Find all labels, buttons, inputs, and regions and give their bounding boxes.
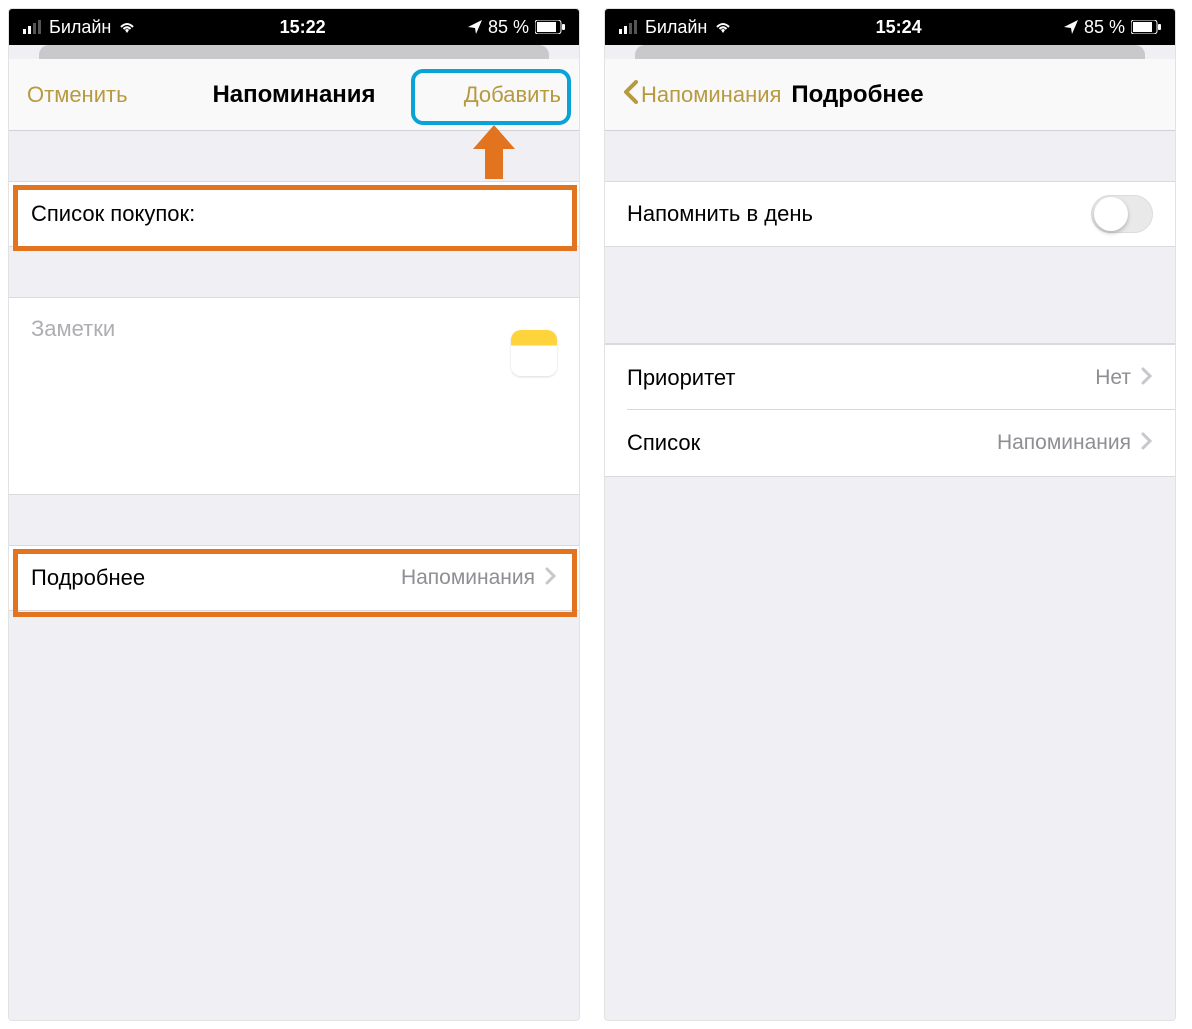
list-row[interactable]: Список Напоминания (605, 410, 1175, 476)
wifi-icon (117, 20, 137, 34)
settings-group: Приоритет Нет Список Напоминания (605, 343, 1175, 477)
navigation-bar: Напоминания Подробнее (605, 59, 1175, 131)
clock-label: 15:22 (280, 17, 326, 38)
toggle-knob (1094, 197, 1128, 231)
carrier-label: Билайн (645, 17, 707, 38)
notes-textarea[interactable] (31, 316, 557, 476)
background-tab-peek (39, 45, 549, 59)
notes-cell[interactable] (9, 297, 579, 495)
phone-left: Билайн 15:22 85 % Отменить Напоминания Д… (8, 8, 580, 1021)
add-button[interactable]: Добавить (464, 82, 561, 108)
remind-on-day-label: Напомнить в день (627, 201, 1091, 227)
reminder-title-input[interactable] (31, 201, 557, 227)
chevron-right-icon (1141, 365, 1153, 391)
priority-row[interactable]: Приоритет Нет (605, 344, 1175, 410)
priority-row-value: Нет (1095, 366, 1131, 390)
details-row-value: Напоминания (401, 566, 535, 590)
nav-title: Напоминания (212, 81, 375, 109)
details-row[interactable]: Подробнее Напоминания (9, 545, 579, 611)
chevron-right-icon (1141, 430, 1153, 456)
reminder-title-cell[interactable] (9, 181, 579, 247)
list-row-label: Список (627, 430, 997, 456)
back-button[interactable]: Напоминания (623, 80, 781, 110)
signal-icon (619, 20, 639, 34)
status-bar: Билайн 15:24 85 % (605, 9, 1175, 45)
remind-on-day-toggle[interactable] (1091, 195, 1153, 233)
battery-icon (535, 20, 565, 34)
navigation-bar: Отменить Напоминания Добавить (9, 59, 579, 131)
battery-percent-label: 85 % (1084, 17, 1125, 38)
back-button-label: Напоминания (641, 82, 781, 108)
phone-right: Билайн 15:24 85 % Напоминания Подробнее (604, 8, 1176, 1021)
status-bar: Билайн 15:22 85 % (9, 9, 579, 45)
signal-icon (23, 20, 43, 34)
content-area: Напомнить в день Приоритет Нет Список На… (605, 131, 1175, 1020)
chevron-right-icon (545, 565, 557, 591)
wifi-icon (713, 20, 733, 34)
priority-row-label: Приоритет (627, 365, 1095, 391)
nav-title: Подробнее (791, 81, 923, 109)
list-row-value: Напоминания (997, 431, 1131, 455)
chevron-left-icon (623, 80, 639, 110)
content-area: Подробнее Напоминания (9, 131, 579, 1020)
location-icon (1064, 20, 1078, 34)
carrier-label: Билайн (49, 17, 111, 38)
notes-app-icon (511, 330, 557, 376)
cancel-button[interactable]: Отменить (27, 82, 128, 108)
location-icon (468, 20, 482, 34)
clock-label: 15:24 (876, 17, 922, 38)
battery-icon (1131, 20, 1161, 34)
battery-percent-label: 85 % (488, 17, 529, 38)
remind-on-day-row: Напомнить в день (605, 181, 1175, 247)
details-row-label: Подробнее (31, 565, 401, 591)
background-tab-peek (635, 45, 1145, 59)
